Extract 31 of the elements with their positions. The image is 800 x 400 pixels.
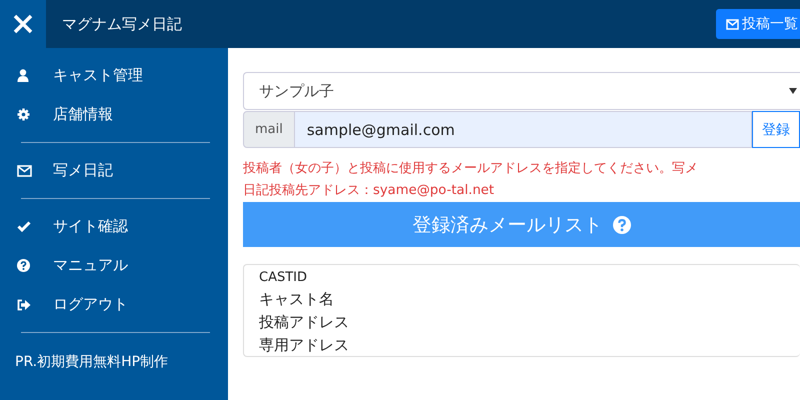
notice-text: 日記投稿先アドレス：syame@po-tal.net [243, 182, 496, 200]
promo-link[interactable]: PR.初期費用無料HP制作 [0, 341, 228, 371]
mail-icon [17, 164, 32, 176]
cast-select[interactable]: サンプル子 [243, 72, 800, 110]
sidebar-item[interactable]: サイト確認 [0, 207, 228, 246]
post-list-button[interactable]: 投稿一覧 [716, 9, 800, 39]
field-label: 専用アドレス [259, 335, 350, 356]
field-label: CASTID [259, 269, 308, 287]
sidebar-item[interactable]: 写メ日記 [0, 151, 228, 190]
field-label: 投稿アドレス [259, 312, 350, 333]
mail-field[interactable]: sample@gmail.com [294, 111, 752, 148]
mail-icon [726, 18, 739, 30]
help-icon[interactable] [612, 216, 630, 234]
dropdown-icon [789, 88, 797, 94]
close-icon [12, 13, 34, 35]
settings-icon [17, 108, 30, 121]
close-button[interactable] [0, 0, 46, 48]
app-title: マグナム写メ日記 [62, 14, 183, 34]
sidebar-item[interactable]: マニュアル [0, 246, 228, 285]
check-icon [17, 221, 31, 232]
sidebar-item[interactable]: ログアウト [0, 285, 228, 324]
mail-label: mail [243, 111, 295, 148]
field-label: キャスト名 [259, 289, 335, 310]
user-icon [17, 69, 29, 82]
logout-icon [17, 298, 31, 310]
list-title: 登録済みメールリスト [412, 212, 602, 238]
help-icon [17, 259, 30, 272]
sidebar-item[interactable]: キャスト管理 [0, 56, 228, 95]
sidebar-item[interactable]: 店舗情報 [0, 95, 228, 134]
register-button[interactable]: 登録 [752, 111, 800, 148]
notice-text: 投稿者（女の子）と投稿に使用するメールアドレスを指定してください。写メ [243, 160, 699, 178]
